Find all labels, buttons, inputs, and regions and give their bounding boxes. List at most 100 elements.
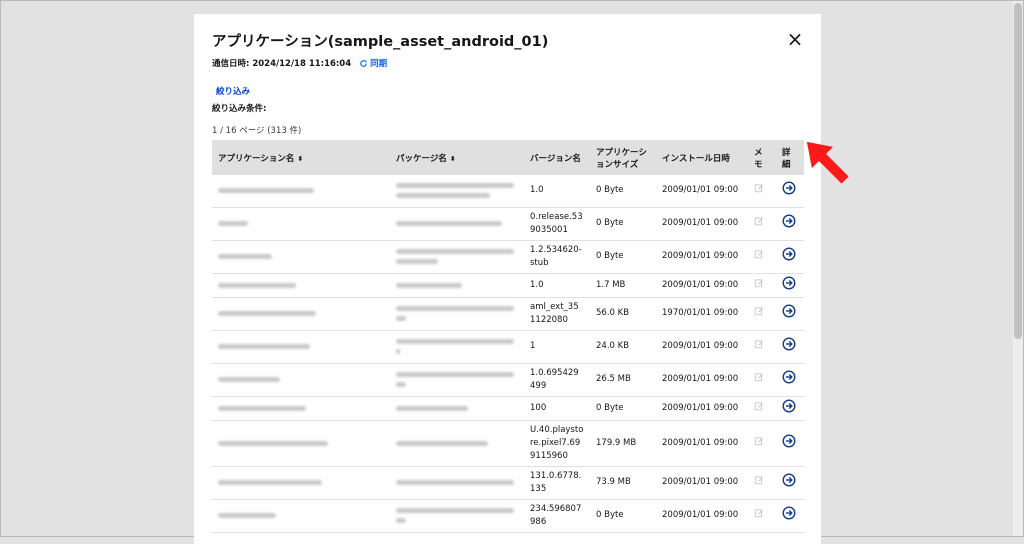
redacted-app-name — [218, 344, 310, 349]
column-header-app-name[interactable]: アプリケーション名 ⬍ — [212, 140, 390, 175]
arrow-right-circle-icon[interactable] — [782, 337, 796, 351]
cell-size: 0 Byte — [590, 240, 656, 274]
cell-version: U.40.playstore.pixel7.699115960 — [524, 420, 590, 467]
cell-memo — [748, 466, 776, 500]
edit-note-icon[interactable] — [754, 306, 764, 316]
cell-app-name — [212, 175, 390, 208]
cell-memo — [748, 396, 776, 421]
cell-size: 1.7 MB — [590, 273, 656, 298]
edit-note-icon[interactable] — [754, 339, 764, 349]
cell-detail — [776, 499, 804, 533]
cell-package — [390, 297, 524, 331]
edit-note-icon[interactable] — [754, 372, 764, 382]
page-info: 1 / 16 ページ (313 件) — [212, 126, 302, 136]
cell-detail — [776, 273, 804, 298]
edit-note-icon[interactable] — [754, 436, 764, 446]
arrow-right-circle-icon[interactable] — [782, 506, 796, 520]
cell-size: 179.9 MB — [590, 420, 656, 467]
cell-size: 0 Byte — [590, 396, 656, 421]
arrow-right-circle-icon[interactable] — [782, 214, 796, 228]
cell-memo — [748, 363, 776, 397]
cell-app-name — [212, 297, 390, 331]
arrow-right-circle-icon[interactable] — [782, 473, 796, 487]
redacted-app-name — [218, 221, 248, 226]
modal-title: アプリケーション(sample_asset_android_01) — [212, 34, 549, 50]
cell-memo — [748, 297, 776, 331]
page-scrollbar[interactable] — [1013, 1, 1023, 536]
cell-package — [390, 499, 524, 533]
column-header-package[interactable]: パッケージ名 ⬍ — [390, 140, 524, 175]
table-body: 1.0 0 Byte 2009/01/01 09:00 0.release.53903… — [212, 175, 804, 533]
filter-condition: 絞り込み条件: — [212, 104, 267, 114]
cell-package — [390, 207, 524, 241]
redacted-app-name — [218, 513, 276, 518]
cell-install-date: 2009/01/01 09:00 — [656, 396, 748, 421]
edit-note-icon[interactable] — [754, 401, 764, 411]
size-header-line2: ョンサイズ — [596, 159, 639, 170]
scrollbar-thumb[interactable] — [1014, 3, 1022, 339]
cell-version: aml_ext_351122080 — [524, 297, 590, 331]
table-row: 131.0.6778.135 73.9 MB 2009/01/01 09:00 — [212, 466, 804, 500]
redacted-package — [396, 306, 514, 311]
arrow-right-circle-icon[interactable] — [782, 370, 796, 384]
table-row: aml_ext_351122080 56.0 KB 1970/01/01 09:00 — [212, 297, 804, 331]
edit-note-icon[interactable] — [754, 249, 764, 259]
redacted-package — [396, 382, 406, 387]
redacted-package — [396, 193, 490, 199]
table-row: U.40.playstore.pixel7.699115960 179.9 MB 2… — [212, 420, 804, 467]
sort-icon[interactable]: ⬍ — [297, 155, 303, 163]
app-list-modal: アプリケーション(sample_asset_android_01) × 通信日時… — [194, 14, 821, 544]
table-row: 1.0 1.7 MB 2009/01/01 09:00 — [212, 273, 804, 298]
redacted-app-name — [218, 188, 314, 194]
sort-icon[interactable]: ⬍ — [450, 155, 456, 163]
close-button[interactable]: × — [786, 29, 804, 49]
cell-install-date: 2009/01/01 09:00 — [656, 499, 748, 533]
cell-memo — [748, 273, 776, 298]
cell-install-date: 2009/01/01 09:00 — [656, 273, 748, 298]
cell-version: 1.0.695429499 — [524, 363, 590, 397]
sync-link[interactable]: 同期 — [359, 57, 387, 69]
redacted-package — [396, 259, 438, 264]
cell-install-date: 2009/01/01 09:00 — [656, 240, 748, 274]
edit-note-icon[interactable] — [754, 278, 764, 288]
table-row: 100 0 Byte 2009/01/01 09:00 — [212, 396, 804, 421]
cell-detail — [776, 240, 804, 274]
cell-app-name — [212, 363, 390, 397]
arrow-right-circle-icon[interactable] — [782, 276, 796, 290]
redacted-package — [396, 518, 406, 523]
redacted-app-name — [218, 405, 306, 411]
arrow-right-circle-icon[interactable] — [782, 304, 796, 318]
edit-note-icon[interactable] — [754, 508, 764, 518]
arrow-right-circle-icon[interactable] — [782, 434, 796, 448]
cell-version: 1 — [524, 330, 590, 364]
red-arrow-annotation — [806, 141, 849, 184]
cell-package — [390, 240, 524, 274]
cell-memo — [748, 330, 776, 364]
cell-detail — [776, 297, 804, 331]
arrow-right-circle-icon[interactable] — [782, 247, 796, 261]
redacted-app-name — [218, 440, 328, 446]
table-row: 1.2.534620-stub 0 Byte 2009/01/01 09:00 — [212, 240, 804, 274]
column-header-size: アプリケーシ ョンサイズ — [590, 140, 656, 175]
edit-note-icon[interactable] — [754, 183, 764, 193]
redacted-package — [396, 508, 514, 513]
cell-version: 1.0 — [524, 175, 590, 208]
table-row: 234.596807986 0 Byte 2009/01/01 09:00 — [212, 499, 804, 533]
arrow-right-circle-icon[interactable] — [782, 399, 796, 413]
cell-install-date: 2009/01/01 09:00 — [656, 207, 748, 241]
redacted-package — [396, 282, 462, 288]
cell-package — [390, 396, 524, 421]
redacted-package — [396, 183, 514, 189]
cell-memo — [748, 420, 776, 467]
comm-datetime-row: 通信日時: 2024/12/18 11:16:04 同期 — [212, 57, 387, 69]
cell-app-name — [212, 330, 390, 364]
redacted-package — [396, 480, 514, 485]
edit-note-icon[interactable] — [754, 475, 764, 485]
cell-package — [390, 363, 524, 397]
column-header-memo: メモ — [748, 140, 776, 175]
edit-note-icon[interactable] — [754, 216, 764, 226]
cell-version: 131.0.6778.135 — [524, 466, 590, 500]
table-row: 0.release.539035001 0 Byte 2009/01/01 09:0… — [212, 207, 804, 241]
filter-link[interactable]: 絞り込み — [216, 85, 250, 97]
sync-icon — [360, 59, 368, 67]
